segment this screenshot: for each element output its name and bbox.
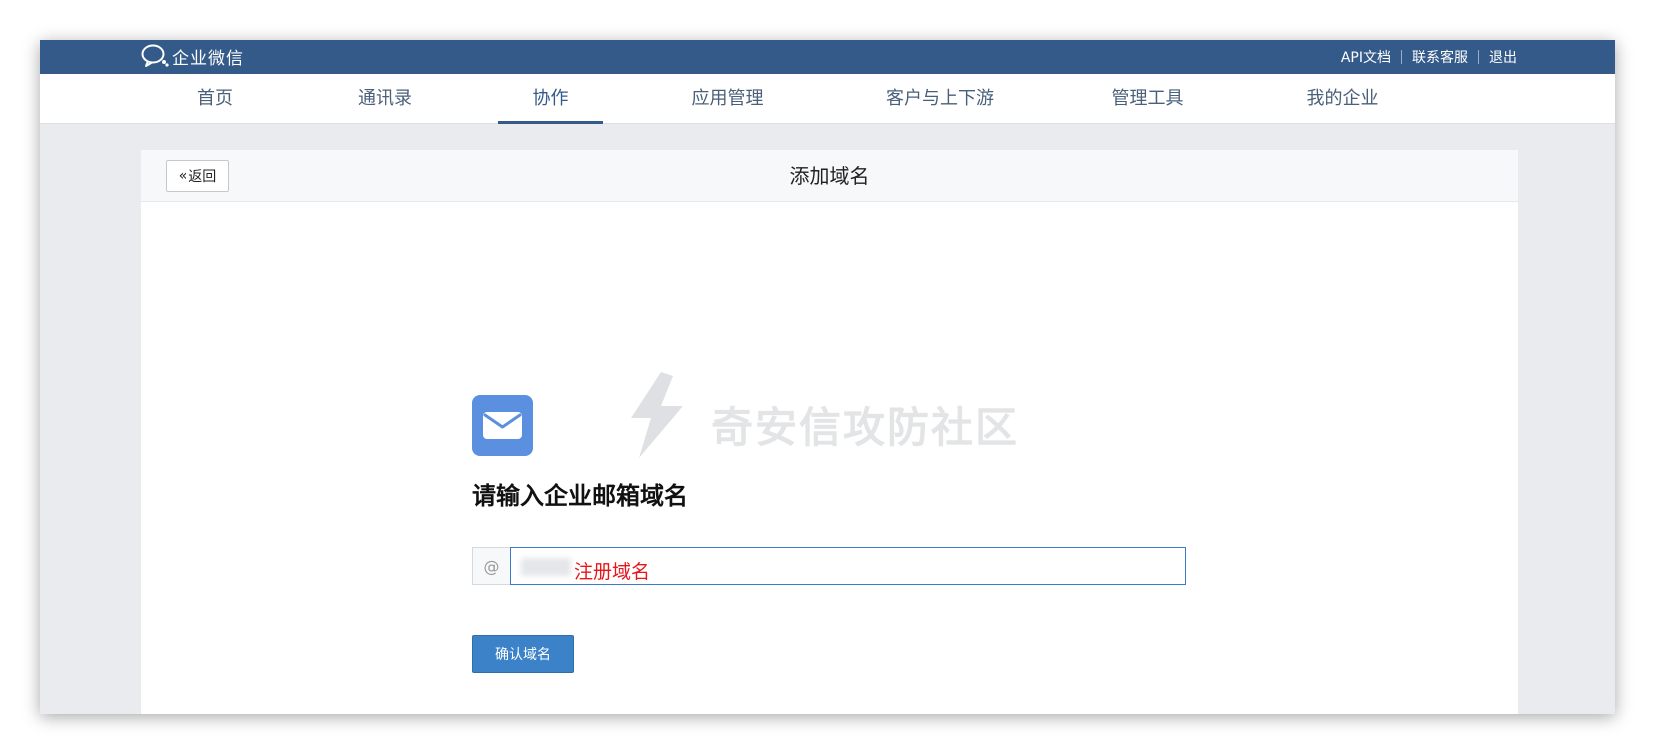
back-button-label: 返回 xyxy=(188,169,217,185)
domain-input-group: @ 注册域名 xyxy=(472,547,1186,585)
card-header: 添加域名 « 返回 xyxy=(141,150,1518,202)
back-button[interactable]: « 返回 xyxy=(166,160,229,192)
contact-support-link[interactable]: 联系客服 xyxy=(1412,47,1468,67)
watermark: 奇安信攻防社区 xyxy=(621,370,1041,470)
at-prefix: @ xyxy=(472,547,510,585)
top-bar: 企业微信 API文档 联系客服 退出 xyxy=(40,40,1615,74)
tab-app-management[interactable]: 应用管理 xyxy=(670,74,785,124)
api-docs-link[interactable]: API文档 xyxy=(1341,47,1391,67)
tab-management-tools[interactable]: 管理工具 xyxy=(1090,74,1205,124)
mail-icon xyxy=(472,395,533,456)
top-links: API文档 联系客服 退出 xyxy=(1341,40,1517,74)
annotation-label: 注册域名 xyxy=(574,561,651,583)
tab-home[interactable]: 首页 xyxy=(175,74,255,124)
lightning-logo-icon xyxy=(631,372,683,458)
wecom-logo-icon xyxy=(141,44,169,67)
divider xyxy=(1478,50,1479,64)
watermark-text: 奇安信攻防社区 xyxy=(711,403,1020,452)
confirm-domain-button[interactable]: 确认域名 xyxy=(472,635,574,673)
tab-customers[interactable]: 客户与上下游 xyxy=(860,74,1020,124)
section-heading: 请输入企业邮箱域名 xyxy=(472,482,688,510)
divider xyxy=(1401,50,1402,64)
double-chevron-left-icon: « xyxy=(178,168,188,184)
logout-link[interactable]: 退出 xyxy=(1489,47,1517,67)
main-nav: 首页 通讯录 协作 应用管理 客户与上下游 管理工具 我的企业 xyxy=(40,74,1615,124)
logo-text: 企业微信 xyxy=(172,48,244,69)
blurred-domain-value xyxy=(521,558,571,576)
page-title: 添加域名 xyxy=(789,164,870,188)
logo[interactable]: 企业微信 xyxy=(140,42,244,70)
tab-collaboration[interactable]: 协作 xyxy=(498,74,603,124)
tab-contacts[interactable]: 通讯录 xyxy=(340,74,430,124)
app-window: 企业微信 API文档 联系客服 退出 首页 通讯录 协作 应用管理 客户与上下游… xyxy=(40,40,1615,714)
content-card: 添加域名 « 返回 奇安信攻防社区 请输入企业邮箱域名 @ 注册域名 确认域名 xyxy=(141,150,1518,714)
domain-input[interactable]: 注册域名 xyxy=(510,547,1186,585)
tab-my-enterprise[interactable]: 我的企业 xyxy=(1285,74,1400,124)
